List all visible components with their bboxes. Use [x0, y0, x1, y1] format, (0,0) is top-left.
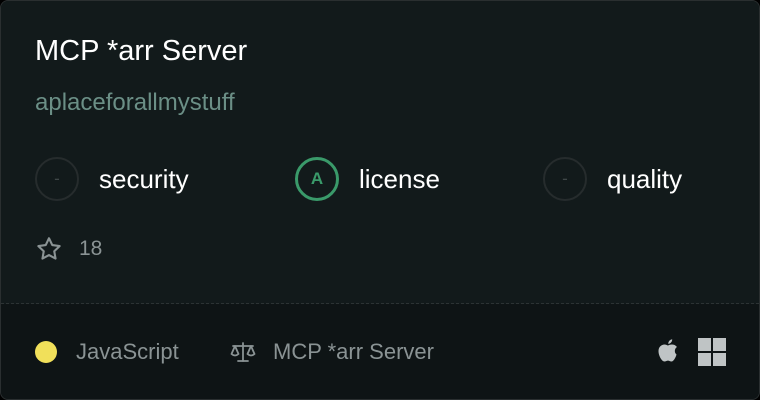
- stars-count: 18: [79, 237, 103, 260]
- quality-label: quality: [607, 163, 683, 194]
- license-label: license: [359, 163, 440, 194]
- license-name: MCP *arr Server: [273, 339, 434, 364]
- score-quality: - quality: [543, 154, 682, 204]
- quality-grade-badge: -: [543, 157, 587, 201]
- security-label: security: [99, 163, 189, 194]
- language: JavaScript: [35, 338, 179, 366]
- platform-windows: [698, 335, 726, 369]
- server-card[interactable]: MCP *arr Server aplaceforallmystuff - se…: [0, 0, 760, 400]
- apple-icon: [658, 339, 677, 362]
- windows-icon: [698, 338, 726, 366]
- star-icon: [37, 237, 61, 260]
- stars: 18: [35, 235, 102, 263]
- platform-apple: [655, 335, 681, 369]
- score-security: - security: [35, 154, 189, 204]
- language-name: JavaScript: [76, 339, 179, 364]
- scale-icon: [230, 342, 256, 362]
- server-owner[interactable]: aplaceforallmystuff: [35, 89, 235, 117]
- language-color-dot: [35, 341, 57, 363]
- license: MCP *arr Server: [229, 338, 434, 366]
- score-license: A license: [295, 154, 440, 204]
- security-grade-badge: -: [35, 157, 79, 201]
- license-grade-badge: A: [295, 157, 339, 201]
- server-title[interactable]: MCP *arr Server: [35, 35, 247, 68]
